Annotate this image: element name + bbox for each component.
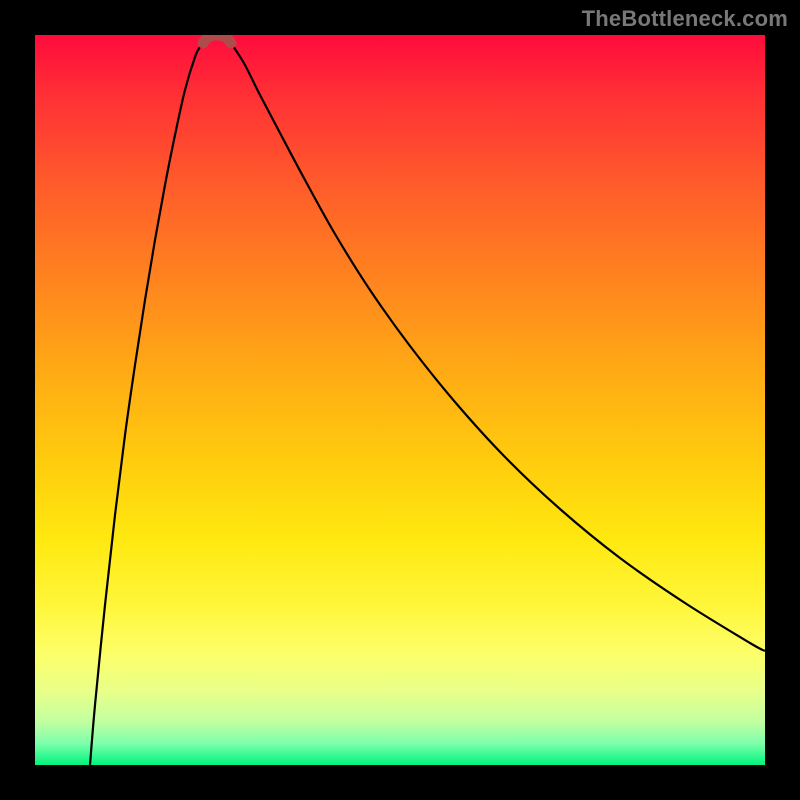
curve-svg	[35, 35, 765, 765]
chart-frame: TheBottleneck.com	[0, 0, 800, 800]
minimum-marker	[203, 35, 231, 43]
watermark-text: TheBottleneck.com	[582, 6, 788, 32]
curve-right-branch	[231, 43, 765, 651]
plot-area	[35, 35, 765, 765]
curve-left-branch	[90, 43, 203, 765]
